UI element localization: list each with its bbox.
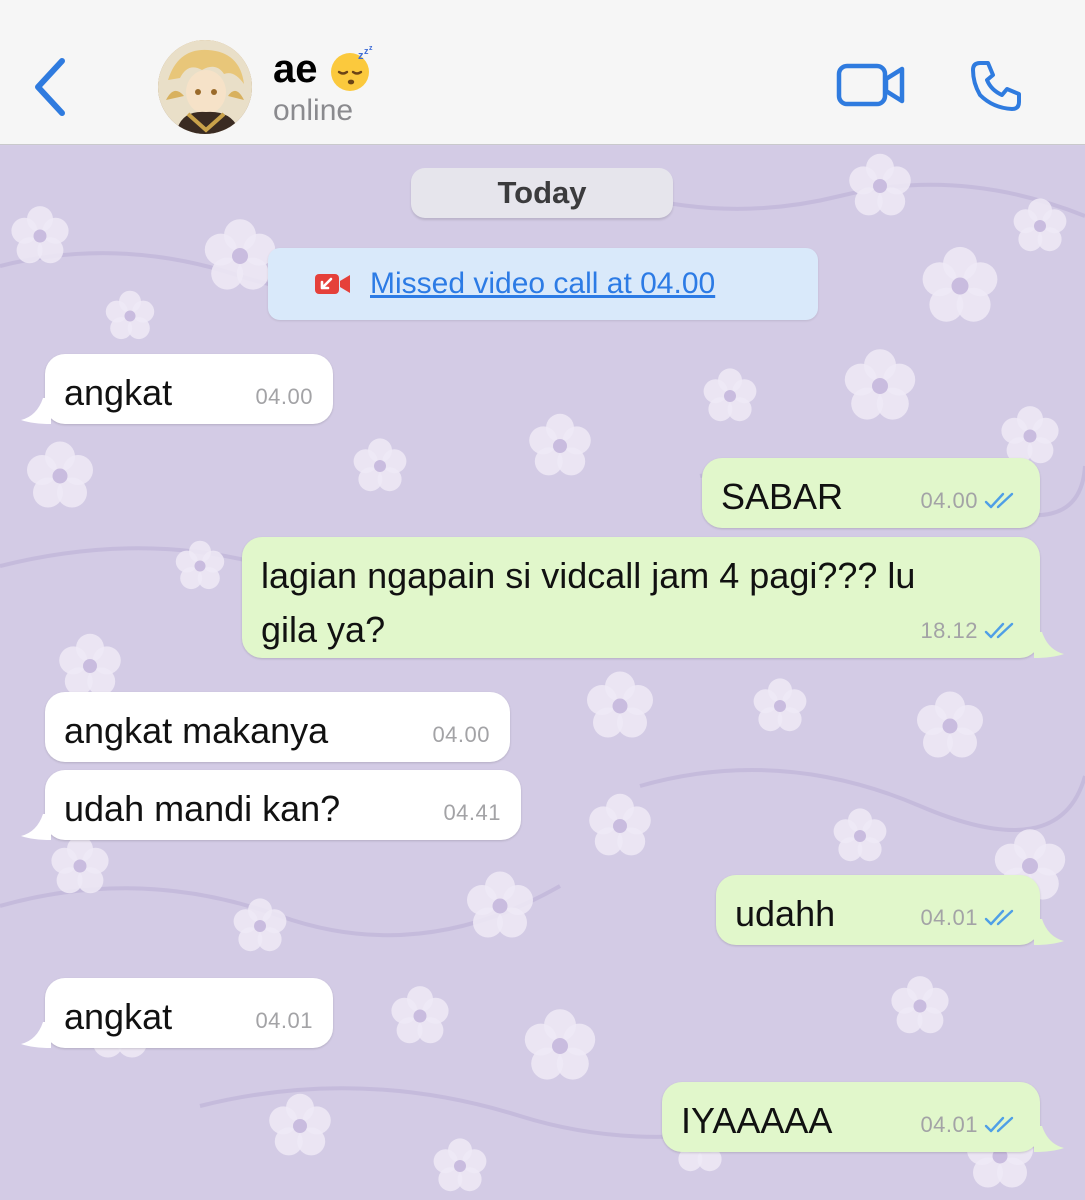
message-meta: 04.01 <box>920 905 1020 931</box>
message-time: 04.41 <box>443 800 501 825</box>
message-meta: 04.01 <box>255 1008 313 1034</box>
message-text: udah mandi kan? <box>64 788 341 829</box>
bubble-tail <box>1034 1126 1064 1152</box>
message-time: 18.12 <box>920 618 978 643</box>
date-separator: Today <box>411 168 673 218</box>
message-time: 04.00 <box>432 722 490 747</box>
video-camera-icon <box>836 63 905 107</box>
bubble-tail <box>21 1022 51 1048</box>
message-meta: 04.01 <box>920 1112 1020 1138</box>
message-bubble-outgoing[interactable]: IYAAAAA 04.01 <box>662 1082 1064 1152</box>
avatar-image <box>158 40 252 134</box>
svg-text:z: z <box>369 45 373 52</box>
double-check-read-icon <box>984 909 1014 926</box>
message-meta: 04.00 <box>432 722 490 748</box>
bubble-tail <box>21 398 51 424</box>
message-text: angkat makanya <box>64 710 329 751</box>
message-time: 04.01 <box>920 905 978 930</box>
video-call-button[interactable] <box>836 62 906 108</box>
chat-area[interactable]: Today Missed video call at 04.00 angkat … <box>0 146 1085 1200</box>
message-time: 04.01 <box>255 1008 313 1033</box>
double-check-read-icon <box>984 1116 1014 1133</box>
message-meta: 04.41 <box>443 800 501 826</box>
phone-icon <box>971 61 1021 111</box>
bubble-tail <box>21 814 51 840</box>
chevron-left-icon <box>35 58 65 116</box>
message-bubble-incoming[interactable]: angkat makanya 04.00 <box>45 692 510 762</box>
message-text: IYAAAAA <box>681 1100 833 1141</box>
message-text: SABAR <box>721 476 844 517</box>
message-text: udahh <box>735 893 836 934</box>
contact-status: online <box>273 94 354 127</box>
message-meta: 18.12 <box>920 618 1020 644</box>
message-bubble-incoming[interactable]: angkat 04.01 <box>21 978 333 1048</box>
message-time: 04.01 <box>920 1112 978 1137</box>
message-text-line: gila ya? <box>261 609 386 650</box>
message-bubble-incoming[interactable]: udah mandi kan? 04.41 <box>21 770 521 840</box>
message-bubble-outgoing[interactable]: lagian ngapain si vidcall jam 4 pagi??? … <box>242 537 1064 658</box>
double-check-read-icon <box>984 622 1014 639</box>
double-check-read-icon <box>984 492 1014 509</box>
message-bubble-outgoing[interactable]: SABAR 04.00 <box>702 458 1040 528</box>
message-time: 04.00 <box>920 488 978 513</box>
message-text: lagian ngapain si vidcall jam 4 pagi??? … <box>261 549 915 657</box>
avatar[interactable] <box>158 40 252 134</box>
voice-call-button[interactable] <box>968 58 1024 114</box>
message-bubble-incoming[interactable]: angkat 04.00 <box>21 354 333 424</box>
message-text-line: lagian ngapain si vidcall jam 4 pagi??? … <box>261 555 916 596</box>
message-time: 04.00 <box>255 384 313 409</box>
message-meta: 04.00 <box>255 384 313 410</box>
message-text: angkat <box>64 372 173 413</box>
missed-video-call-icon <box>315 274 350 294</box>
contact-name[interactable]: ae z z z <box>273 44 378 94</box>
back-button[interactable] <box>30 55 74 119</box>
message-text: angkat <box>64 996 173 1037</box>
sleeping-face-emoji: z z z <box>328 44 378 94</box>
missed-call-link[interactable]: Missed video call at 04.00 <box>370 267 715 301</box>
message-meta: 04.00 <box>920 488 1020 514</box>
message-bubble-outgoing[interactable]: udahh 04.01 <box>716 875 1064 945</box>
bubble-tail <box>1034 632 1064 658</box>
contact-name-text: ae <box>273 46 318 91</box>
bubble-tail <box>1034 919 1064 945</box>
missed-call-notice[interactable]: Missed video call at 04.00 <box>268 248 818 320</box>
chat-header: ae z z z online <box>0 0 1085 145</box>
